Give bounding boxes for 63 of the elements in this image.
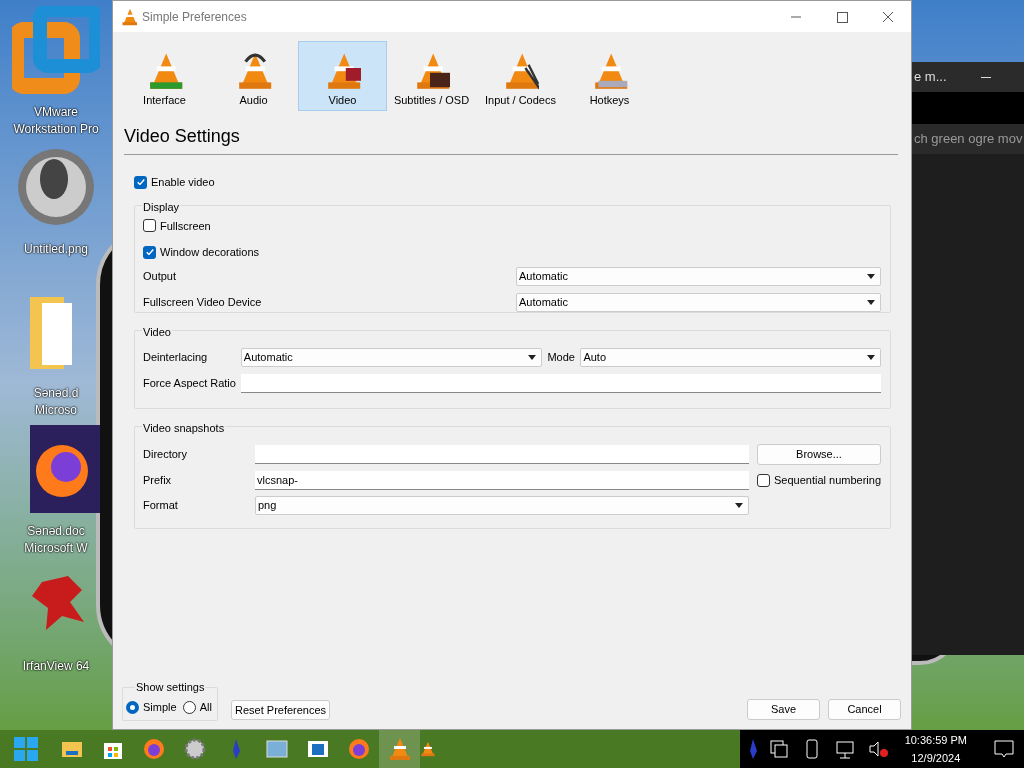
overlapping-squares-icon bbox=[12, 6, 100, 94]
checkbox-label: Enable video bbox=[151, 175, 215, 190]
field-label: Deinterlacing bbox=[143, 349, 209, 365]
window-title: e m... bbox=[914, 68, 947, 87]
checkmark-icon bbox=[136, 179, 145, 186]
radio-button[interactable] bbox=[182, 700, 196, 714]
caret-icon[interactable] bbox=[735, 502, 743, 508]
taskbar-app[interactable] bbox=[379, 730, 420, 768]
reset-preferences-button[interactable]: Reset Preferences bbox=[231, 700, 331, 720]
window-title: Simple Preferences bbox=[142, 8, 247, 26]
radio-button[interactable] bbox=[126, 700, 139, 714]
checkbox-label: Fullscreen bbox=[160, 218, 211, 234]
search-text: ch green ogre mov bbox=[914, 130, 1023, 149]
checkmark-icon bbox=[145, 249, 154, 256]
caret-icon[interactable] bbox=[867, 299, 875, 305]
field-label: Force Aspect Ratio bbox=[143, 375, 237, 391]
checkbox-label: Sequential numbering bbox=[774, 472, 881, 488]
cone-icon[interactable] bbox=[420, 741, 436, 757]
fox-icon bbox=[346, 737, 371, 761]
field-label: Prefix bbox=[143, 472, 173, 488]
cancel-button[interactable]: Cancel bbox=[828, 699, 901, 720]
field-label: Format bbox=[143, 497, 179, 513]
section-heading: Video Settings bbox=[124, 125, 241, 147]
field-label: Mode bbox=[547, 349, 576, 365]
field-label: Output bbox=[143, 268, 177, 284]
checkbox[interactable] bbox=[134, 175, 147, 189]
dropdown[interactable]: Automatic bbox=[240, 347, 543, 367]
checkbox[interactable] bbox=[143, 245, 156, 259]
fox-icon bbox=[141, 737, 166, 761]
dropdown[interactable]: Automatic bbox=[516, 292, 881, 312]
browse-button[interactable]: Browse... bbox=[757, 443, 881, 465]
input-field[interactable]: vlcsnap- bbox=[255, 470, 749, 490]
minimize-icon[interactable] bbox=[980, 76, 991, 78]
field-label: Fullscreen Video Device bbox=[143, 294, 262, 310]
caret-icon[interactable] bbox=[528, 354, 537, 360]
save-button[interactable]: Save bbox=[747, 699, 820, 720]
category-tab[interactable]: Subtitles / OSD bbox=[387, 41, 476, 111]
field-label: Directory bbox=[143, 446, 188, 462]
dropdown[interactable]: Auto bbox=[580, 347, 881, 367]
radio-label: Simple bbox=[143, 699, 177, 715]
category-tab[interactable]: Input / Codecs bbox=[476, 41, 565, 111]
clock-time[interactable]: 10:36:59 PM bbox=[904, 731, 967, 749]
figure-icon bbox=[230, 739, 241, 759]
input-field[interactable] bbox=[240, 373, 881, 393]
category-tab[interactable]: Audio bbox=[209, 41, 298, 111]
figure-icon[interactable] bbox=[747, 739, 758, 759]
input-field[interactable] bbox=[255, 444, 749, 464]
caret-icon[interactable] bbox=[867, 273, 875, 279]
checkbox-label: Window decorations bbox=[160, 245, 260, 260]
category-tab[interactable]: Video bbox=[298, 41, 387, 111]
category-tab[interactable]: Interface bbox=[120, 41, 209, 111]
cone-icon bbox=[121, 7, 137, 26]
cone-icon bbox=[387, 737, 412, 761]
caret-icon[interactable] bbox=[867, 354, 875, 360]
picture-icon bbox=[264, 737, 289, 761]
checkbox[interactable] bbox=[757, 473, 770, 487]
clock-date[interactable]: 12/9/2024 bbox=[911, 749, 961, 767]
checkbox[interactable] bbox=[143, 219, 156, 233]
gear-icon bbox=[182, 737, 207, 761]
radio-label: All bbox=[199, 699, 212, 715]
dropdown[interactable]: Automatic bbox=[516, 266, 881, 286]
category-tab[interactable]: Hotkeys bbox=[565, 41, 654, 111]
dropdown[interactable]: png bbox=[255, 495, 749, 515]
